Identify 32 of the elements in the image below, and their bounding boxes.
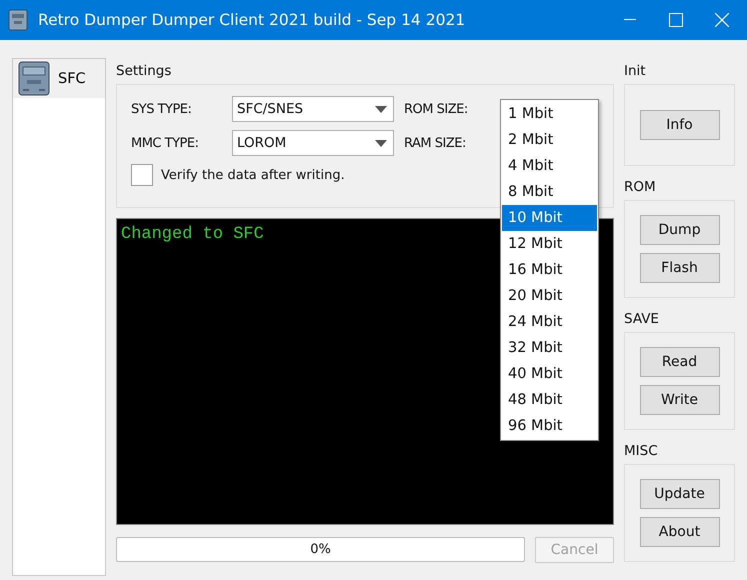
- log-line: Changed to SFC: [121, 225, 264, 244]
- sys-type-dropdown[interactable]: SFC/SNES: [232, 96, 394, 122]
- mmc-type-dropdown[interactable]: LOROM: [232, 130, 394, 156]
- dropdown-caret-icon: [375, 140, 387, 146]
- app-console-icon: [8, 9, 28, 31]
- action-button[interactable]: Update: [640, 479, 720, 509]
- action-button[interactable]: Write: [640, 385, 720, 415]
- window-title: Retro Dumper Dumper Client 2021 build - Sep 14 2021: [38, 11, 466, 29]
- verify-checkbox[interactable]: [131, 164, 153, 186]
- console-list-item[interactable]: SFC: [13, 59, 105, 98]
- group-title: Init: [624, 62, 647, 81]
- dropdown-caret-icon: [375, 106, 387, 112]
- progress-text: 0%: [310, 542, 331, 557]
- action-button[interactable]: About: [640, 517, 720, 547]
- action-button[interactable]: Flash: [640, 253, 720, 283]
- close-icon[interactable]: [715, 13, 729, 27]
- action-button[interactable]: Read: [640, 347, 720, 377]
- field-label: ROM SIZE:: [404, 102, 468, 116]
- action-button[interactable]: Info: [640, 110, 720, 140]
- field-label: SYS TYPE:: [131, 102, 192, 116]
- group-title: SAVE: [624, 310, 660, 329]
- field-label: MMC TYPE:: [131, 136, 200, 150]
- checkbox-label: Verify the data after writing.: [161, 168, 345, 182]
- group-title: ROM: [624, 178, 657, 197]
- minimize-icon[interactable]: [624, 19, 636, 21]
- group-title: Settings: [116, 62, 172, 81]
- dropdown-option[interactable]: 10 Mbit: [502, 205, 597, 231]
- field-label: RAM SIZE:: [404, 136, 466, 150]
- maximize-icon[interactable]: [669, 13, 683, 27]
- action-button[interactable]: Dump: [640, 215, 720, 245]
- console-icon: [18, 61, 50, 96]
- group-title: MISC: [624, 442, 659, 461]
